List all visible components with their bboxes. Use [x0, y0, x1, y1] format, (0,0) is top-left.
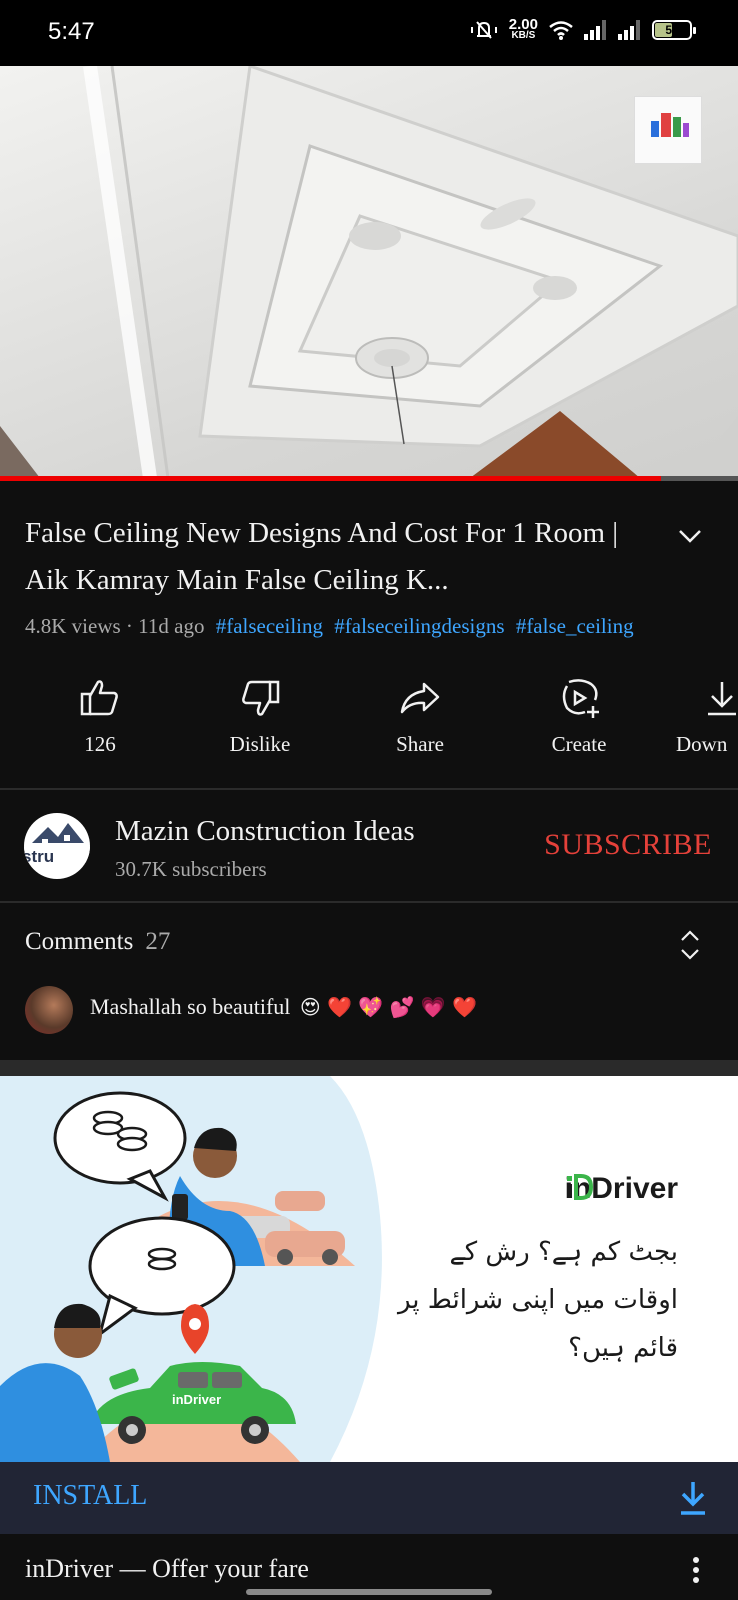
like-button[interactable]: 126: [45, 676, 155, 757]
battery-icon: 53: [652, 20, 696, 40]
status-icons: 2.00 KB/S 53: [469, 16, 696, 42]
network-speed: 2.00 KB/S: [508, 16, 538, 41]
video-title-block[interactable]: False Ceiling New Designs And Cost For 1…: [25, 510, 645, 604]
section-separator: [0, 1060, 738, 1076]
ad-brand: inDriver: [565, 1172, 678, 1206]
indriver-logo-icon: [566, 1174, 593, 1200]
signal-icon: [584, 20, 606, 40]
subscriber-count: 30.7K subscribers: [115, 857, 267, 881]
channel-avatar-text: stru: [24, 847, 55, 866]
home-indicator[interactable]: [246, 1589, 492, 1595]
install-bar[interactable]: INSTALL: [0, 1462, 738, 1534]
meta-separator: ·: [120, 614, 139, 638]
thumbs-down-icon: [242, 680, 280, 716]
channel-name[interactable]: Mazin Construction Ideas: [115, 815, 415, 848]
watermark-graphic: [651, 113, 689, 137]
install-button[interactable]: INSTALL: [33, 1480, 147, 1512]
commenter-avatar: [25, 986, 73, 1034]
view-count: 4.8K views: [25, 614, 121, 638]
signal-icon: [618, 20, 640, 40]
thumbs-up-icon: [80, 680, 118, 716]
divider: [0, 901, 738, 903]
ad-banner[interactable]: inDriver inDriver بجٹ کم ہے؟ رش کے اوقات…: [0, 1076, 738, 1462]
top-comment-text: Mashallah so beautiful: [90, 994, 291, 1019]
hashtag-link[interactable]: #false_ceiling: [516, 614, 634, 638]
net-speed-unit: KB/S: [511, 30, 536, 41]
battery-percent: 53: [665, 23, 679, 37]
upload-age: 11d ago: [138, 614, 205, 638]
video-frame: [0, 66, 738, 478]
status-bar: 5:47 2.00 KB/S 53: [0, 0, 738, 66]
download-label: Down: [676, 732, 728, 756]
ad-title[interactable]: inDriver — Offer your fare: [25, 1554, 309, 1584]
dislike-label: Dislike: [229, 732, 291, 756]
comments-heading: Comments: [25, 928, 134, 955]
download-icon[interactable]: [678, 1480, 708, 1516]
ad-car-label: inDriver: [172, 1392, 222, 1407]
subscribe-button[interactable]: SUBSCRIBE: [544, 828, 712, 862]
more-vertical-icon[interactable]: [692, 1556, 700, 1584]
hashtag-link[interactable]: #falseceiling: [216, 614, 323, 638]
divider: [0, 788, 738, 790]
top-comment-emojis: 😍 ❤️ 💖 💕 💗 ❤️: [299, 995, 478, 1019]
net-speed-value: 2.00: [508, 16, 538, 33]
action-row: 126 Dislike Share Create Down: [0, 676, 738, 776]
ad-headline: بجٹ کم ہے؟ رش کے اوقات میں اپنی شرائط پر…: [397, 1237, 678, 1363]
dislike-button[interactable]: Dislike: [205, 676, 315, 757]
like-count: 126: [84, 732, 116, 756]
expand-collapse-icon[interactable]: [678, 928, 702, 962]
video-progress-fill: [0, 476, 661, 481]
comments-count: 27: [145, 928, 171, 955]
download-icon: [708, 682, 736, 716]
channel-avatar[interactable]: stru: [24, 813, 90, 879]
video-progress-bar[interactable]: [0, 476, 738, 481]
channel-watermark-logo: [634, 96, 702, 164]
top-comment[interactable]: Mashallah so beautiful 😍 ❤️ 💖 💕 💗 ❤️: [90, 994, 477, 1020]
create-button[interactable]: Create: [524, 676, 634, 757]
chevron-down-icon[interactable]: [676, 522, 704, 550]
share-button[interactable]: Share: [365, 676, 475, 757]
video-meta: 4.8K views · 11d ago #falseceiling #fals…: [25, 614, 634, 639]
video-player[interactable]: [0, 66, 738, 478]
comments-header[interactable]: Comments 27: [25, 928, 170, 956]
share-icon: [400, 682, 440, 714]
download-button[interactable]: Down: [676, 676, 738, 757]
create-label: Create: [551, 732, 607, 756]
share-label: Share: [396, 732, 444, 756]
channel-logo-graphic: [24, 823, 90, 863]
video-title: False Ceiling New Designs And Cost For 1…: [25, 517, 619, 596]
hashtag-link[interactable]: #falseceilingdesigns: [334, 614, 504, 638]
status-time: 5:47: [48, 18, 95, 45]
vibrate-mute-icon: [470, 21, 497, 39]
wifi-icon: [549, 21, 573, 40]
create-icon: [562, 679, 599, 718]
